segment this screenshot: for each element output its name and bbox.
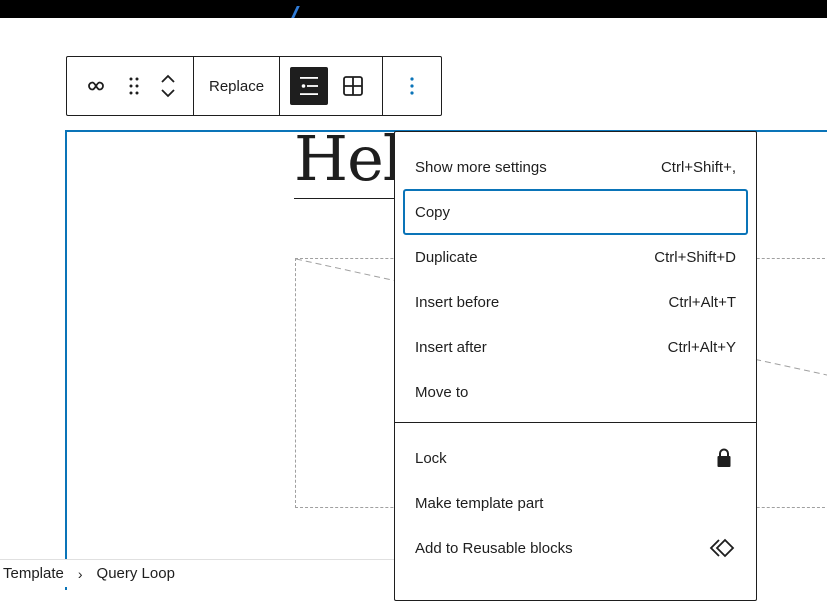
menu-item-label: Make template part [415,494,544,512]
menu-item-add-to-reusable-blocks[interactable]: Add to Reusable blocks [403,525,748,571]
menu-item-shortcut: Ctrl+Shift+D [654,248,736,266]
drag-handle-icon [129,77,139,95]
top-bar-accent-mark [291,6,300,18]
block-toolbar-group-replace: Replace [194,57,281,115]
grid-view-icon [343,76,363,96]
menu-item-label: Add to Reusable blocks [415,539,573,557]
menu-item-move-to[interactable]: Move to [403,369,748,415]
replace-button[interactable]: Replace [209,78,264,95]
grid-view-layout-button[interactable] [334,67,372,105]
post-title-underline [294,198,404,199]
loop-icon [88,81,104,91]
menu-item-duplicate[interactable]: Duplicate Ctrl+Shift+D [403,234,748,280]
reusable-block-icon [709,538,735,558]
block-mover [153,67,183,105]
move-down-icon[interactable] [159,88,177,100]
drag-handle[interactable] [115,67,153,105]
menu-item-label: Move to [415,383,469,401]
breadcrumb-item-query-loop[interactable]: Query Loop [97,565,175,582]
top-bar [0,0,827,18]
menu-item-label: Insert after [415,338,487,356]
list-view-layout-button[interactable] [290,67,329,105]
block-type-button[interactable] [77,67,115,105]
block-toolbar-group-options [383,57,441,115]
menu-item-insert-before[interactable]: Insert before Ctrl+Alt+T [403,279,748,325]
breadcrumb-item-template[interactable]: Template [3,565,64,582]
menu-item-copy[interactable]: Copy [403,189,748,235]
menu-item-show-more-settings[interactable]: Show more settings Ctrl+Shift+, [403,144,748,190]
more-vertical-icon [410,77,414,95]
menu-item-label: Duplicate [415,248,478,266]
breadcrumb: Template › Query Loop [0,559,394,587]
menu-item-make-template-part[interactable]: Make template part [403,480,748,526]
menu-item-shortcut: Ctrl+Shift+, [660,158,736,176]
menu-separator [395,422,756,423]
menu-item-insert-after[interactable]: Insert after Ctrl+Alt+Y [403,324,748,370]
menu-item-shortcut: Ctrl+Alt+T [668,293,736,311]
move-up-icon[interactable] [159,72,177,84]
block-toolbar-group-layout [280,57,384,115]
menu-item-shortcut: Ctrl+Alt+Y [667,338,736,356]
list-view-icon [300,77,319,95]
menu-item-label: Insert before [415,293,500,311]
options-button[interactable] [393,67,431,105]
block-toolbar-group-parent [67,57,194,115]
menu-item-label: Show more settings [415,158,547,176]
breadcrumb-separator-icon: › [77,565,83,582]
lock-icon [717,448,731,467]
menu-item-lock[interactable]: Lock [403,435,748,481]
menu-item-label: Copy [415,203,451,221]
block-options-menu: Show more settings Ctrl+Shift+, Copy Dup… [394,131,757,601]
menu-item-label: Lock [415,449,447,467]
block-toolbar: Replace [66,56,443,116]
